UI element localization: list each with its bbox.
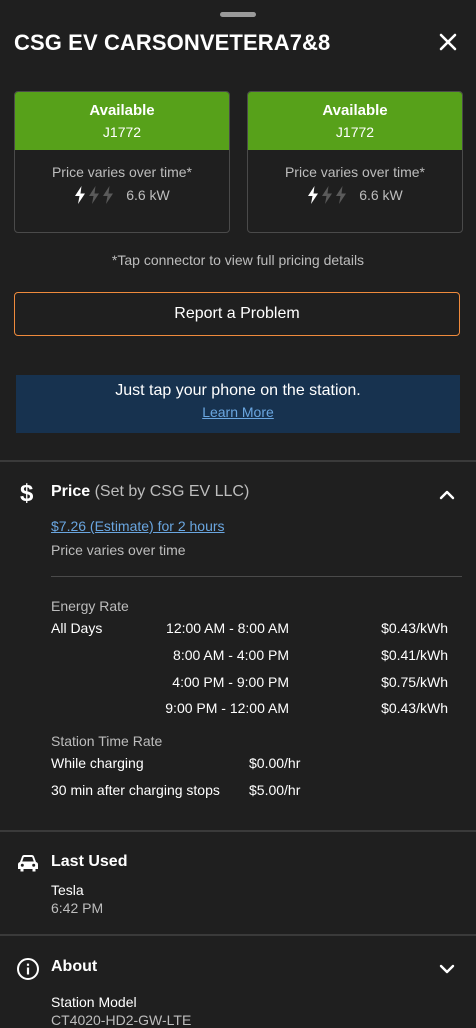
energy-rate-value: $0.41/kWh (381, 647, 448, 663)
bolt-icon-inactive (322, 186, 333, 204)
connector-status: Available (322, 102, 388, 119)
bolt-icon-active (75, 186, 86, 204)
station-title: CSG EV CARSONVETERA7&8 (14, 30, 331, 55)
chevron-down-icon (439, 964, 455, 974)
section-divider (0, 830, 476, 832)
bolt-icon-inactive (89, 186, 100, 204)
power-value: 6.6 kW (126, 187, 170, 203)
connector-status: Available (89, 102, 155, 119)
section-divider (0, 460, 476, 462)
energy-rate-label: Energy Rate (51, 598, 129, 614)
about-title[interactable]: About (51, 958, 97, 976)
info-icon (16, 957, 40, 986)
connector-status-header: Available J1772 (15, 92, 229, 150)
last-used-title: Last Used (51, 853, 128, 870)
connector-type: J1772 (335, 124, 375, 140)
power-rating: 6.6 kW (248, 186, 462, 204)
energy-rate-days: All Days (51, 620, 103, 636)
price-note: Price varies over time* (284, 164, 426, 180)
power-rating: 6.6 kW (15, 186, 229, 204)
price-note: Price varies over time* (51, 164, 193, 180)
report-problem-button[interactable]: Report a Problem (14, 292, 460, 336)
tap-to-charge-banner: Just tap your phone on the station. Lear… (16, 375, 460, 433)
station-time-condition: While charging (51, 755, 144, 771)
section-divider (0, 934, 476, 936)
station-time-value: $0.00/hr (249, 755, 301, 771)
station-model-value: CT4020-HD2-GW-LTE (51, 1012, 192, 1028)
energy-rate-time: 4:00 PM - 9:00 PM (172, 674, 289, 690)
bolt-icon-inactive (103, 186, 114, 204)
energy-rate-value: $0.43/kWh (381, 700, 448, 716)
collapse-price-button[interactable] (436, 484, 458, 506)
energy-rate-value: $0.75/kWh (381, 674, 448, 690)
last-used-time: 6:42 PM (51, 900, 104, 916)
bolt-icon-active (308, 186, 319, 204)
connector-card-1[interactable]: Available J1772 Price varies over time* … (14, 91, 230, 233)
station-model-label: Station Model (51, 994, 137, 1010)
price-section-header[interactable]: Price (Set by CSG EV LLC) (51, 483, 249, 501)
energy-rate-time: 8:00 AM - 4:00 PM (173, 647, 289, 663)
dollar-icon: $ (20, 480, 34, 507)
banner-text: Just tap your phone on the station. (115, 382, 361, 399)
chevron-up-icon (439, 490, 455, 500)
pricing-details-note: *Tap connector to view full pricing deta… (111, 252, 365, 268)
price-inner-divider (51, 576, 462, 577)
last-used-vehicle: Tesla (51, 882, 84, 898)
price-estimate-link[interactable]: $7.26 (Estimate) for 2 hours (51, 518, 225, 534)
power-value: 6.6 kW (359, 187, 403, 203)
close-icon (439, 33, 457, 51)
bolt-icon-inactive (336, 186, 347, 204)
connector-status-header: Available J1772 (248, 92, 462, 150)
close-button[interactable] (434, 28, 462, 56)
energy-rate-value: $0.43/kWh (381, 620, 448, 636)
connector-card-2[interactable]: Available J1772 Price varies over time* … (247, 91, 463, 233)
connector-type: J1772 (102, 124, 142, 140)
station-time-rate-label: Station Time Rate (51, 733, 163, 749)
station-time-value: $5.00/hr (249, 782, 301, 798)
energy-rate-time: 12:00 AM - 8:00 AM (166, 620, 289, 636)
energy-rate-time: 9:00 PM - 12:00 AM (165, 700, 289, 716)
price-varies-text: Price varies over time (51, 542, 186, 558)
drag-handle[interactable] (220, 12, 256, 17)
learn-more-link[interactable]: Learn More (16, 404, 460, 420)
car-icon (16, 852, 40, 879)
price-title: Price (51, 483, 91, 500)
expand-about-button[interactable] (436, 958, 458, 980)
station-time-condition: 30 min after charging stops (51, 782, 220, 798)
price-subtitle: (Set by CSG EV LLC) (94, 483, 250, 500)
